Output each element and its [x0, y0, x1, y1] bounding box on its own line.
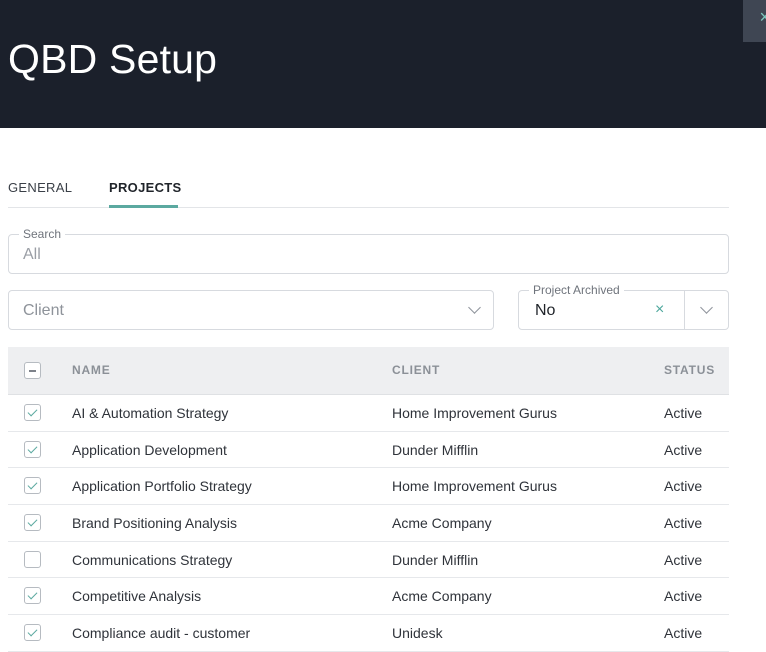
tab-bar: GENERAL PROJECTS [8, 168, 729, 208]
row-checkbox[interactable] [24, 514, 41, 532]
close-icon[interactable]: × [759, 0, 766, 34]
project-status: Active [664, 515, 703, 532]
project-client: Home Improvement Gurus [392, 405, 557, 421]
projects-table-body: AI & Automation Strategy Home Improvemen… [8, 395, 729, 652]
project-status: Active [664, 551, 703, 568]
select-divider [684, 291, 685, 329]
project-archived-label: Project Archived [529, 283, 624, 297]
row-checkbox[interactable] [24, 404, 41, 421]
project-client: Unidesk [392, 625, 443, 642]
row-checkbox[interactable] [24, 550, 41, 568]
table-row[interactable]: Application Development Dunder Mifflin A… [8, 431, 729, 469]
tab-projects[interactable]: PROJECTS [109, 180, 181, 195]
clear-icon[interactable]: × [655, 301, 664, 319]
tab-general[interactable]: GENERAL [8, 180, 72, 195]
table-row[interactable]: Brand Positioning Analysis Acme Company … [8, 505, 729, 542]
project-status: Active [664, 625, 703, 642]
project-client: Home Improvement Gurus [392, 478, 557, 495]
search-input[interactable]: Search All [8, 227, 729, 274]
search-label: Search [19, 227, 66, 241]
project-archived-value[interactable]: No [535, 302, 555, 320]
project-client: Acme Company [392, 515, 492, 532]
column-header-client[interactable]: CLIENT [392, 363, 440, 377]
select-all-checkbox[interactable] [24, 362, 41, 379]
project-name: Application Development [72, 441, 227, 458]
column-header-name[interactable]: NAME [72, 363, 111, 377]
project-name: Application Portfolio Strategy [72, 478, 252, 495]
project-name: AI & Automation Strategy [72, 405, 229, 421]
table-row[interactable]: Competitive Analysis Acme Company Active [8, 578, 729, 616]
row-checkbox[interactable] [24, 624, 41, 642]
project-client: Dunder Mifflin [392, 441, 479, 458]
client-placeholder: Client [23, 302, 64, 319]
table-row[interactable]: AI & Automation Strategy Home Improvemen… [8, 395, 729, 432]
page-header: QBD Setup × [0, 0, 766, 128]
row-checkbox[interactable] [24, 587, 41, 605]
project-name: Compliance audit - customer [72, 625, 251, 642]
project-status: Active [664, 478, 703, 495]
project-status: Active [664, 405, 703, 421]
column-header-status[interactable]: STATUS [664, 363, 715, 377]
close-button[interactable]: × [743, 0, 766, 42]
project-name: Competitive Analysis [72, 588, 202, 605]
active-tab-indicator [109, 205, 178, 208]
client-select[interactable]: Client [8, 290, 494, 330]
project-status: Active [664, 441, 703, 458]
project-client: Acme Company [392, 588, 492, 605]
project-name: Brand Positioning Analysis [72, 515, 237, 532]
table-row[interactable]: Application Portfolio Strategy Home Impr… [8, 468, 729, 506]
project-status: Active [664, 588, 703, 605]
row-checkbox[interactable] [24, 440, 41, 458]
project-client: Dunder Mifflin [392, 551, 479, 568]
chevron-down-icon[interactable] [468, 301, 481, 314]
row-checkbox[interactable] [24, 477, 41, 495]
search-value[interactable]: All [23, 246, 41, 264]
table-header: NAME CLIENT STATUS [8, 347, 729, 395]
chevron-down-icon[interactable] [700, 301, 713, 314]
table-row[interactable]: Communications Strategy Dunder Mifflin A… [8, 541, 729, 579]
page-title: QBD Setup [8, 36, 218, 82]
project-name: Communications Strategy [72, 551, 233, 568]
table-row[interactable]: Compliance audit - customer Unidesk Acti… [8, 615, 729, 652]
project-archived-select[interactable]: Project Archived No × [518, 283, 729, 330]
